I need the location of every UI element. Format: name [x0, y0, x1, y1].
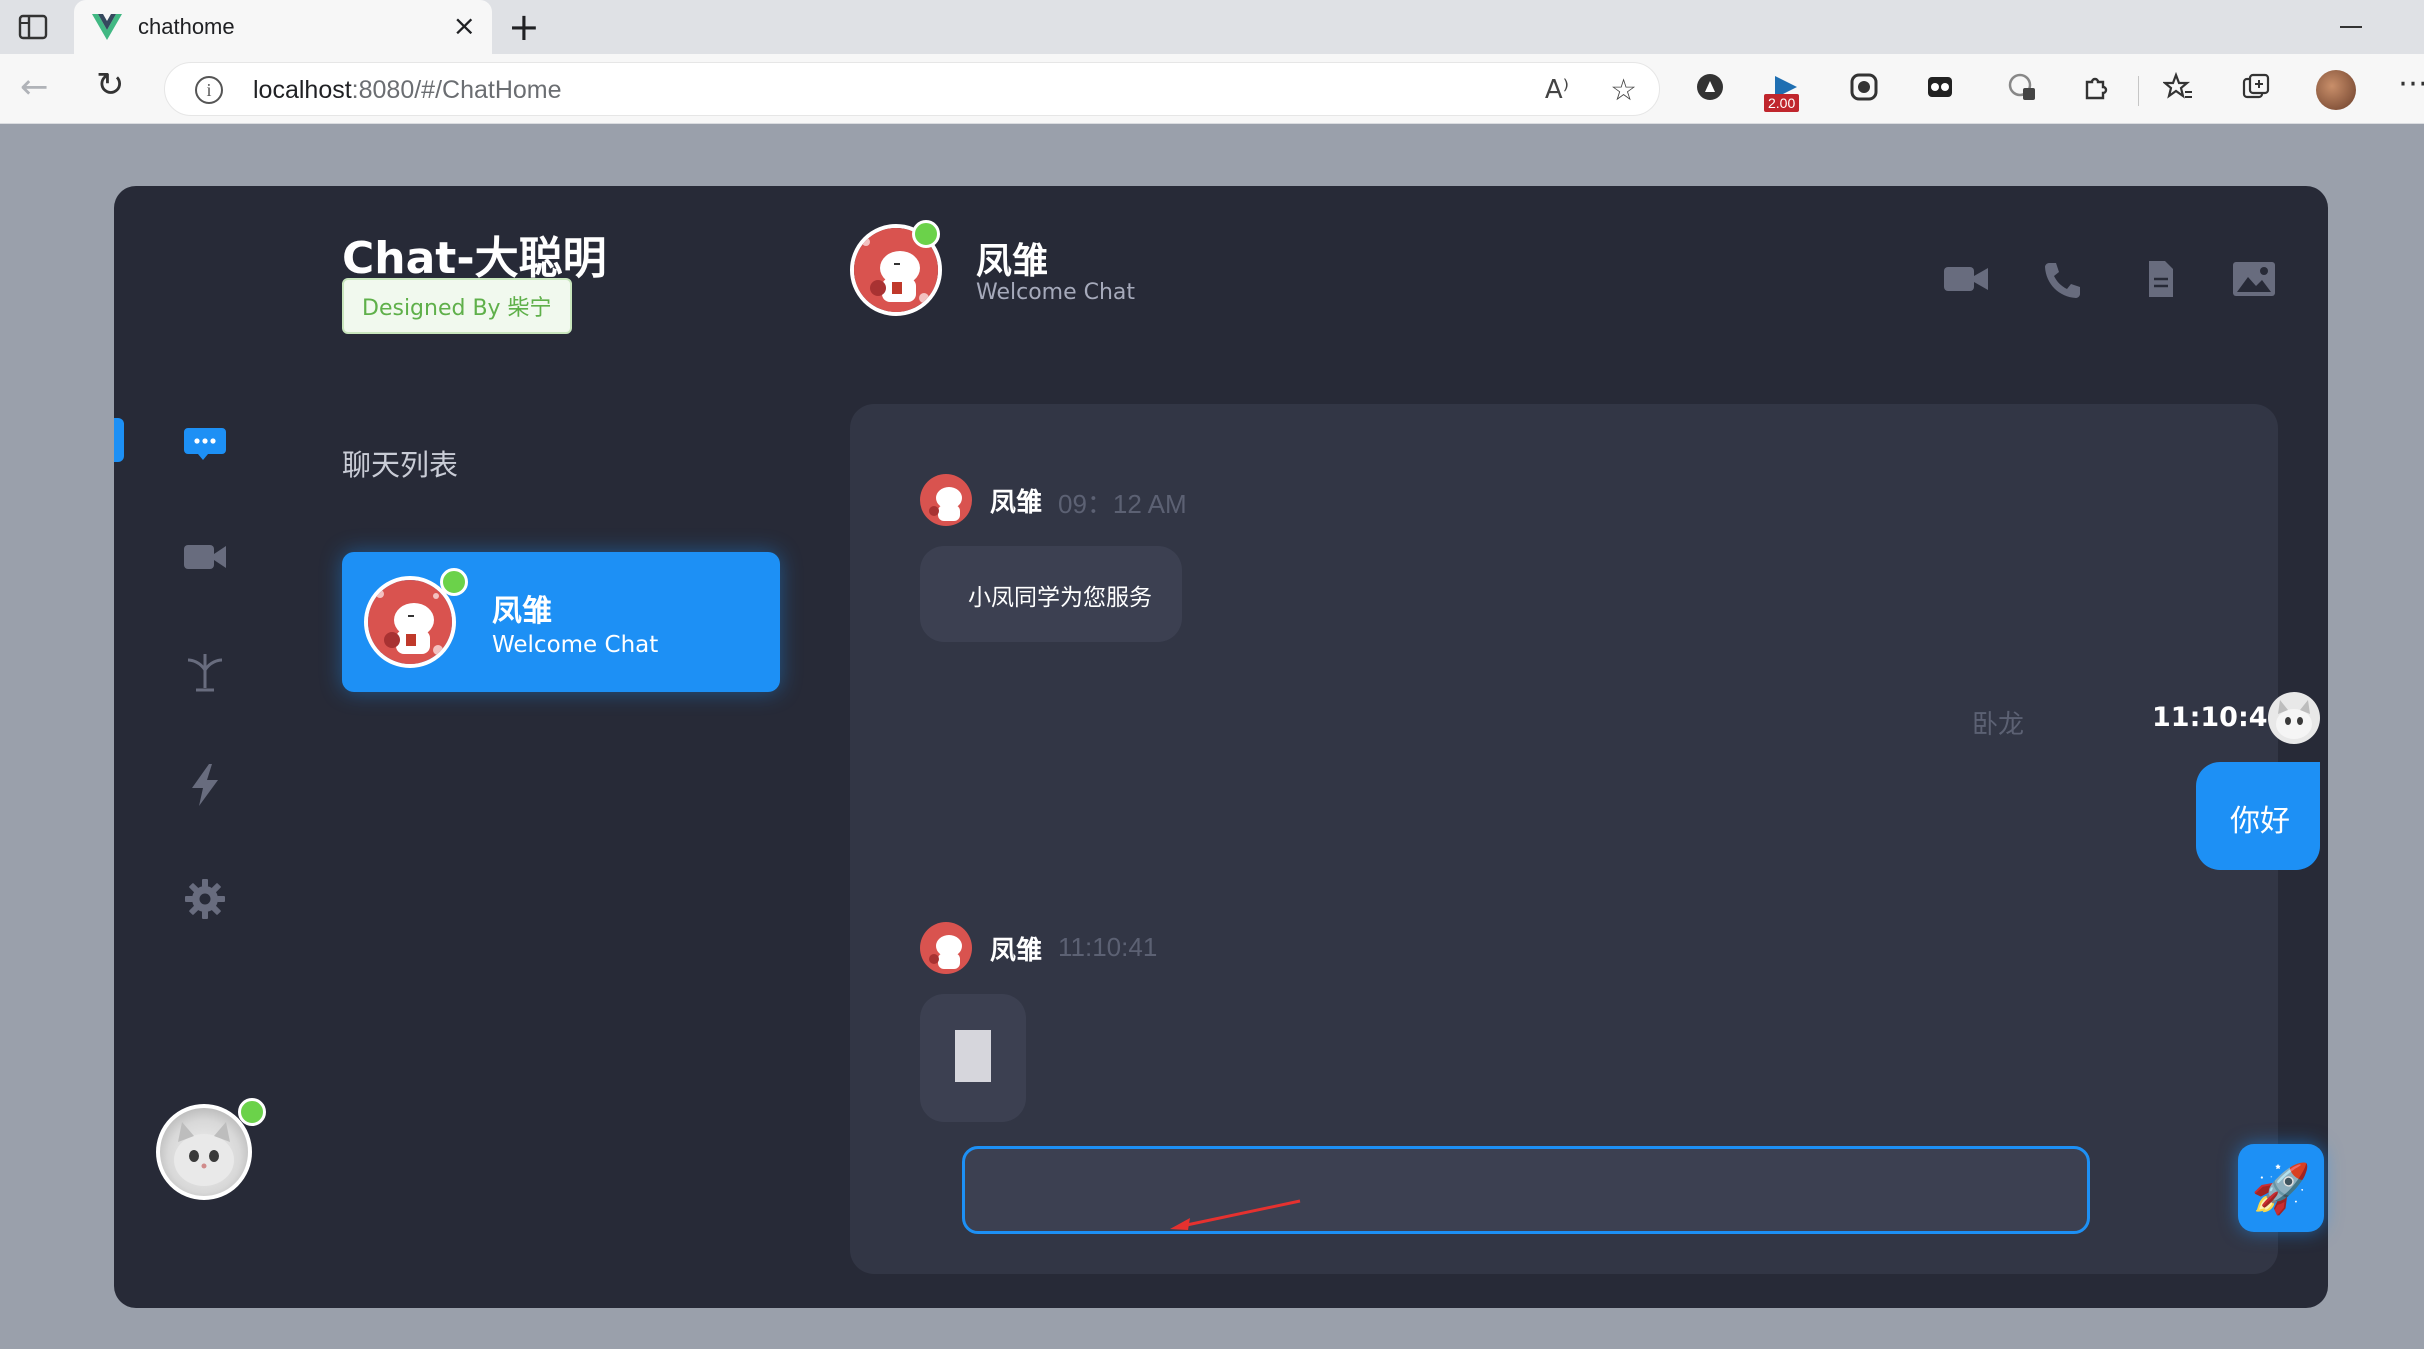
reload-icon[interactable]: ↻ [96, 68, 125, 102]
minimize-icon[interactable] [2340, 26, 2362, 28]
chat-list-item-name: 凤雏 [492, 594, 552, 629]
send-button[interactable]: 🚀 [2238, 1144, 2324, 1232]
brand-badge: Designed By 柴宁 [342, 278, 572, 334]
message-bubble: 你好 [2196, 762, 2320, 870]
video-icon[interactable] [180, 532, 230, 582]
plant-icon[interactable] [180, 646, 230, 696]
phone-icon[interactable] [2036, 258, 2088, 300]
extension-2-icon[interactable]: 2.00 [1764, 72, 1804, 112]
conversation-name: 凤雏 [976, 241, 1049, 282]
read-aloud-icon[interactable]: A⁾ [1545, 75, 1569, 105]
extensions-puzzle-icon[interactable] [2078, 72, 2114, 108]
chat-list-title: 聊天列表 [342, 448, 459, 482]
brand-title: Chat-大聪明 [342, 233, 607, 284]
message-bubble [920, 994, 1026, 1122]
tab-close-icon[interactable]: × [453, 12, 476, 40]
video-call-icon[interactable] [1940, 258, 1992, 300]
conversation-subtitle: Welcome Chat [976, 280, 1136, 305]
message-avatar [920, 922, 972, 974]
message-time: 09：12 AM [1058, 489, 1187, 519]
extension-5-icon[interactable] [2004, 72, 2040, 108]
annotation-arrow-icon [1170, 1199, 1301, 1230]
favorites-icon[interactable] [2160, 71, 2196, 108]
more-menu-icon[interactable]: ⋯ [2398, 66, 2424, 101]
chat-list-item[interactable]: 凤雏 Welcome Chat [342, 552, 780, 692]
chat-app: Chat-大聪明 Designed By 柴宁 聊天列表 凤雏 Welcome … [114, 186, 2328, 1308]
site-info-icon[interactable]: i [195, 76, 223, 104]
toolbar-separator [2138, 76, 2139, 106]
rocket-icon: 🚀 [2251, 1160, 2311, 1217]
browser-toolbar: ← ↻ i localhost:8080/#/ChatHome A⁾ ☆ 2.0… [0, 54, 2424, 124]
add-favorite-icon[interactable]: ☆ [1610, 73, 1637, 108]
my-avatar[interactable] [156, 1104, 252, 1200]
typing-placeholder [955, 1030, 991, 1082]
lightning-icon[interactable] [180, 760, 230, 810]
contact-online-dot [440, 568, 468, 596]
message-input[interactable] [962, 1146, 2090, 1234]
message-sender: 凤雏 [990, 936, 1043, 966]
tab-actions-icon[interactable] [18, 14, 48, 40]
address-bar[interactable]: i localhost:8080/#/ChatHome A⁾ ☆ [164, 62, 1660, 116]
browser-tabbar: chathome × + [0, 0, 2424, 56]
conversation-online-dot [912, 220, 940, 248]
extension-4-icon[interactable] [1922, 72, 1958, 108]
chat-list-item-subtitle: Welcome Chat [492, 632, 659, 658]
message-avatar [920, 474, 972, 526]
tab-title: chathome [138, 14, 235, 39]
browser-tab[interactable]: chathome × [74, 0, 492, 56]
back-icon[interactable]: ← [20, 70, 49, 104]
message-sender: 凤雏 [990, 488, 1043, 518]
document-icon[interactable] [2134, 258, 2186, 300]
message-text: 小凤同学为您服务 [968, 585, 1152, 611]
chat-panel: 凤雏 09：12 AM 小凤同学为您服务 卧龙 11:10:41 你好 凤雏 1… [850, 404, 2324, 1274]
message-avatar [2268, 692, 2320, 744]
message-time: 11:10:41 [1058, 932, 1158, 962]
url-text[interactable]: localhost:8080/#/ChatHome [253, 76, 562, 105]
extension-3-icon[interactable] [1846, 72, 1882, 108]
new-tab-button[interactable]: + [508, 8, 540, 46]
extension-1-icon[interactable] [1692, 72, 1728, 108]
my-online-dot [238, 1098, 266, 1126]
active-nav-indicator [114, 418, 124, 462]
gear-icon[interactable] [180, 874, 230, 924]
profile-avatar[interactable] [2316, 70, 2356, 110]
image-icon[interactable] [2228, 258, 2280, 300]
message-text: 你好 [2230, 804, 2290, 839]
message-sender: 卧龙 [1972, 709, 2025, 739]
collections-icon[interactable] [2238, 72, 2274, 108]
extension-badge: 2.00 [1764, 94, 1800, 112]
message-time: 11:10:41 [2152, 702, 2287, 733]
vue-logo-icon [92, 14, 122, 40]
chat-icon[interactable] [180, 418, 230, 468]
message-bubble: 小凤同学为您服务 [920, 546, 1182, 642]
